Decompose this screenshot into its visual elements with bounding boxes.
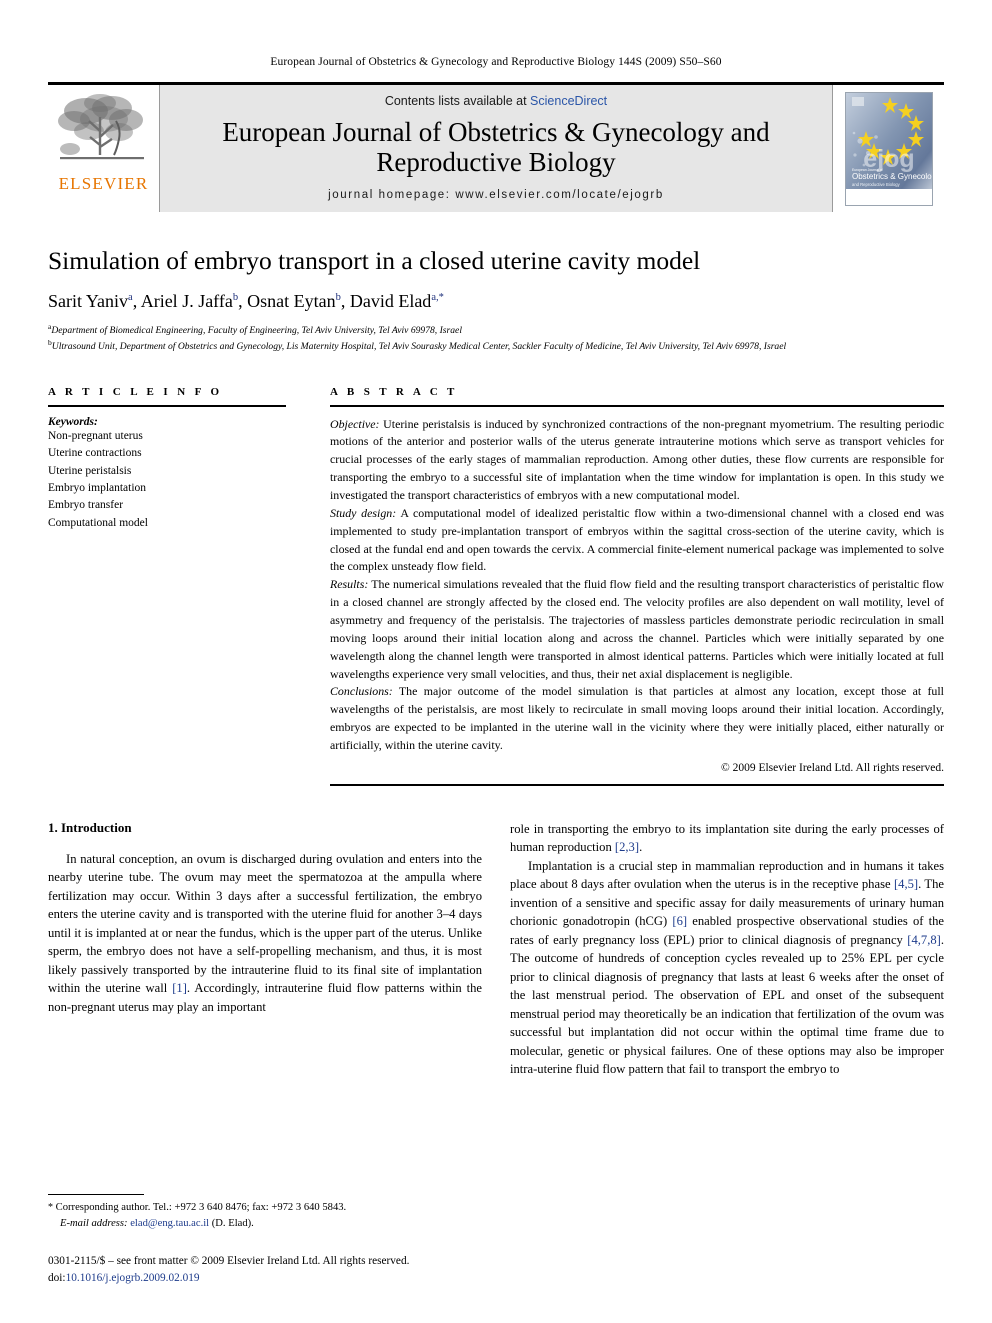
abstract-section: Study design: A computational model of i…: [330, 505, 944, 576]
issn-line: 0301-2115/$ – see front matter © 2009 El…: [48, 1255, 410, 1268]
abstract-section-lead: Conclusions:: [330, 684, 393, 699]
abstract-body: Objective: Uterine peristalsis is induce…: [330, 416, 944, 755]
body-paragraph: In natural conception, an ovum is discha…: [48, 851, 483, 1014]
sciencedirect-link[interactable]: ScienceDirect: [530, 94, 607, 108]
author-item: David Elada,*: [350, 291, 444, 311]
affiliation-item: bUltrasound Unit, Department of Obstetri…: [48, 338, 944, 354]
keyword-item: Non-pregnant uterus: [48, 429, 143, 442]
article-title-block: Simulation of embryo transport in a clos…: [48, 246, 944, 354]
journal-title-line-2: Reproductive Biology: [376, 147, 616, 178]
keyword-item: Uterine peristalsis: [48, 464, 132, 477]
cover-line-2: and Reproductive Biology: [852, 182, 901, 187]
abstract-label: A B S T R A C T: [330, 385, 458, 398]
abstract-copyright: © 2009 Elsevier Ireland Ltd. All rights …: [720, 761, 944, 774]
author-affil-marker: a,*: [431, 291, 444, 303]
elsevier-wordmark: ELSEVIER: [58, 174, 149, 193]
body-column-left: 1. Introduction In natural conception, a…: [48, 820, 482, 1079]
author-list: Sarit Yaniva, Ariel J. Jaffab, Osnat Eyt…: [48, 290, 444, 311]
issn-copyright-block: 0301-2115/$ – see front matter © 2009 El…: [48, 1253, 498, 1287]
article-info-rule: [48, 404, 286, 407]
citation-link[interactable]: [1]: [172, 981, 187, 995]
author-item: Ariel J. Jaffab: [141, 291, 238, 311]
abstract-section-text: A computational model of idealized peris…: [330, 505, 944, 574]
doi-link[interactable]: 10.1016/j.ejogrb.2009.02.019: [66, 1272, 200, 1284]
affiliation-text: Ultrasound Unit, Department of Obstetric…: [51, 340, 787, 352]
author-affil-marker: a: [128, 291, 133, 303]
doi-line: doi:10.1016/j.ejogrb.2009.02.019: [48, 1270, 498, 1287]
doi-label: doi:: [48, 1272, 66, 1285]
journal-homepage-link[interactable]: journal homepage: www.elsevier.com/locat…: [328, 189, 664, 201]
keyword-item: Uterine contractions: [48, 447, 142, 460]
body-paragraph: Implantation is a crucial step in mammal…: [510, 858, 945, 1077]
citation-link[interactable]: [4,5]: [894, 877, 918, 891]
citation-link[interactable]: [2,3]: [615, 840, 639, 854]
article-info-label: A R T I C L E I N F O: [48, 385, 223, 398]
journal-article-page: European Journal of Obstetrics & Gynecol…: [0, 0, 992, 1323]
keywords-heading: Keywords:: [48, 415, 98, 428]
elsevier-tree-icon: [57, 94, 144, 160]
email-note: E-mail address: elad@eng.tau.ac.il (D. E…: [48, 1216, 498, 1231]
abstract-section: Results: The numerical simulations revea…: [330, 576, 944, 683]
affiliation-item: aDepartment of Biomedical Engineering, F…: [48, 322, 944, 338]
body-column-right: role in transporting the embryo to its i…: [510, 820, 944, 1079]
journal-title: European Journal of Obstetrics & Gynecol…: [222, 117, 769, 177]
author-name: Osnat Eytan: [247, 290, 336, 311]
abstract-column: A B S T R A C T Objective: Uterine peris…: [330, 386, 944, 786]
corresponding-author-note: * Corresponding author. Tel.: +972 3 640…: [48, 1200, 498, 1216]
body-paragraph: role in transporting the embryo to its i…: [510, 821, 944, 855]
info-abstract-row: A R T I C L E I N F O Keywords: Non-preg…: [48, 386, 944, 786]
introduction-heading: 1. Introduction: [48, 819, 132, 835]
author-item: Sarit Yaniva: [48, 291, 133, 311]
running-head: European Journal of Obstetrics & Gynecol…: [270, 56, 722, 68]
author-name: David Elad: [349, 290, 432, 311]
cover-line-1: Obstetrics & Gynecology: [852, 172, 932, 181]
journal-masthead-center: Contents lists available at ScienceDirec…: [160, 85, 832, 212]
abstract-section-lead: Results:: [330, 577, 369, 592]
journal-cover-thumbnail: ejog European Journal of Obstetrics & Gy…: [844, 91, 933, 206]
footnote-rule: [48, 1194, 144, 1196]
article-info-column: A R T I C L E I N F O Keywords: Non-preg…: [48, 386, 286, 786]
abstract-rule-top: [330, 404, 944, 407]
journal-cover-panel: ejog European Journal of Obstetrics & Gy…: [832, 85, 944, 212]
author-name: Sarit Yaniv: [48, 290, 129, 311]
corresponding-author-text: Corresponding author. Tel.: +972 3 640 8…: [55, 1202, 347, 1214]
footnote-zone: * Corresponding author. Tel.: +972 3 640…: [48, 1194, 498, 1287]
journal-cover-artwork: ejog European Journal of Obstetrics & Gy…: [845, 92, 932, 205]
author-item: Osnat Eytanb: [247, 291, 341, 311]
elsevier-logo-panel: ELSEVIER: [48, 85, 160, 212]
abstract-section: Conclusions: The major outcome of the mo…: [330, 683, 944, 754]
abstract-section-text: Uterine peristalsis is induced by synchr…: [330, 416, 944, 503]
affiliation-text: Department of Biomedical Engineering, Fa…: [51, 325, 462, 337]
abstract-rule-bottom: [330, 783, 944, 786]
abstract-section-text: The major outcome of the model simulatio…: [330, 684, 944, 753]
author-affil-marker: b: [232, 291, 239, 303]
abstract-section-text: The numerical simulations revealed that …: [330, 577, 944, 681]
contents-prefix-text: Contents lists available at: [384, 94, 531, 108]
abstract-section-lead: Study design:: [330, 505, 397, 520]
contents-available-line: Contents lists available at ScienceDirec…: [385, 94, 607, 108]
keyword-item: Computational model: [48, 516, 148, 529]
email-link[interactable]: elad@eng.tau.ac.il: [130, 1218, 209, 1229]
body-columns: 1. Introduction In natural conception, a…: [48, 820, 944, 1079]
asterisk-icon: *: [48, 1202, 53, 1214]
keyword-item: Embryo implantation: [48, 481, 147, 494]
keywords-list: Non-pregnant uterus Uterine contractions…: [48, 428, 286, 533]
author-name: Ariel J. Jaffa: [140, 290, 233, 311]
keyword-item: Embryo transfer: [48, 499, 124, 512]
citation-link[interactable]: [6]: [672, 914, 687, 928]
email-label: E-mail address:: [60, 1217, 128, 1229]
author-affil-marker: b: [335, 291, 341, 303]
journal-masthead: ELSEVIER Contents lists available at Sci…: [48, 82, 944, 212]
email-suffix: (D. Elad).: [209, 1217, 254, 1229]
article-title: Simulation of embryo transport in a clos…: [48, 246, 701, 275]
citation-link[interactable]: [4,7,8]: [907, 933, 941, 947]
abstract-section: Objective: Uterine peristalsis is induce…: [330, 416, 944, 505]
affiliation-list: aDepartment of Biomedical Engineering, F…: [48, 322, 944, 354]
journal-title-line-1: European Journal of Obstetrics & Gynecol…: [222, 117, 770, 147]
abstract-section-lead: Objective:: [330, 416, 380, 431]
